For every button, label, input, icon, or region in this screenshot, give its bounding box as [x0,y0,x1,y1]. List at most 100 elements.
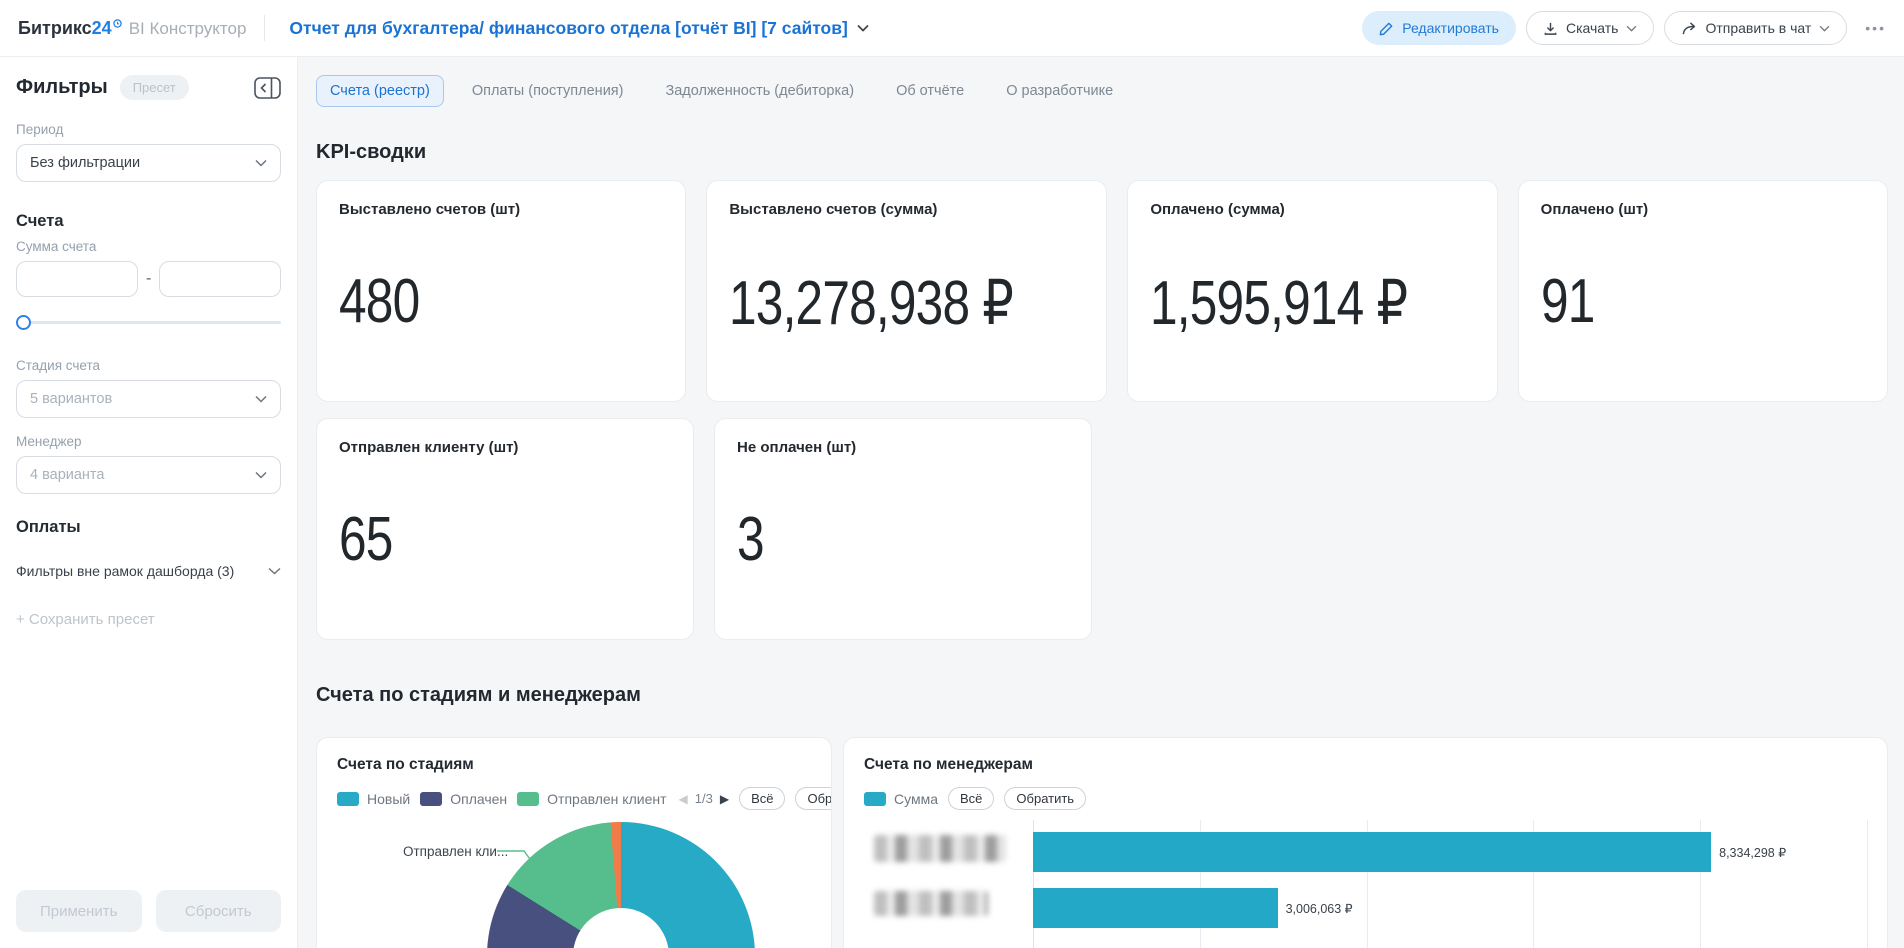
legend-label: Новый [367,790,411,807]
save-preset-button[interactable]: + Сохранить пресет [16,611,281,628]
tab-about-report[interactable]: Об отчёте [882,75,978,107]
kpi-card-value: 91 [1540,267,1595,336]
bar-row: 8,334,298 ₽ [1033,832,1867,872]
download-button-label: Скачать [1565,20,1619,36]
kpi-card-label: Выставлено счетов (шт) [339,201,521,218]
period-label: Период [16,122,64,137]
top-header: Битрикс 24 BI Конструктор Отчет для бухга… [0,0,1904,57]
clock-icon [112,18,122,28]
payments-section-title: Оплаты [16,518,81,536]
legend-swatch [517,791,540,806]
logo-text-24: 24 [91,17,112,38]
bar-manager-1[interactable] [1033,832,1712,872]
kpi-card-sent-count: Отправлен клиенту (шт) 65 [316,418,694,640]
kpi-card-invoices-count: Выставлено счетов (шт) 480 [316,180,687,402]
legend-pager: ◀ 1/3 ▶ [679,791,730,806]
pie-chart-title: Счета по стадиям [337,756,474,773]
legend-item-sent[interactable]: Отправлен клиент [517,790,667,807]
period-select-value: Без фильтрации [30,155,141,171]
share-arrow-icon [1681,21,1697,36]
bar-row: 3,006,063 ₽ [1033,888,1867,928]
pager-next-icon[interactable]: ▶ [720,792,729,806]
invoice-sum-label: Сумма счета [16,239,97,254]
bitrix24-logo: Битрикс 24 BI Конструктор [18,18,246,39]
chevron-down-icon [255,159,267,167]
dashboard-main: Счета (реестр) Оплаты (поступления) Задо… [298,57,1904,948]
gridline [1867,820,1868,948]
preset-badge: Пресет [119,75,189,100]
bar-value-label: 3,006,063 ₽ [1285,901,1353,916]
invoices-by-stage-chart-card: Счета по стадиям Новый Оплачен Отправлен… [316,737,832,948]
legend-swatch [864,791,886,806]
tab-invoices-register[interactable]: Счета (реестр) [316,75,444,107]
report-title: Отчет для бухгалтера/ финансового отдела… [289,17,848,38]
more-options-button[interactable]: ••• [1865,20,1886,36]
kpi-card-label: Не оплачен (шт) [737,439,857,456]
apply-button[interactable]: Применить [16,890,142,932]
slider-track [16,321,281,324]
download-button[interactable]: Скачать [1525,11,1655,45]
kpi-card-label: Оплачено (шт) [1540,201,1649,218]
kpi-card-value: 480 [339,267,420,336]
kpi-card-label: Выставлено счетов (сумма) [729,201,938,218]
kpi-card-value: 3 [737,505,765,574]
kpi-card-label: Отправлен клиенту (шт) [339,439,519,456]
reset-button[interactable]: Сбросить [155,890,281,932]
header-divider [264,15,266,41]
out-of-scope-filters-toggle[interactable]: Фильтры вне рамок дашборда (3) [16,563,281,579]
select-all-button[interactable]: Всё [739,787,786,810]
manager-select[interactable]: 4 варианта [16,456,281,494]
chevron-down-icon [857,24,869,32]
edit-button-label: Редактировать [1402,20,1499,36]
legend-item-sum[interactable]: Сумма [864,791,938,807]
slider-handle[interactable] [16,315,31,330]
out-of-scope-filters-label: Фильтры вне рамок дашборда (3) [16,563,235,579]
report-tabs: Счета (реестр) Оплаты (поступления) Задо… [316,75,1888,107]
legend-item-paid[interactable]: Оплачен [420,791,507,807]
kpi-card-value: 65 [339,505,393,574]
sum-range-slider[interactable] [16,315,281,330]
sum-from-input[interactable] [16,261,138,297]
stage-select-placeholder: 5 вариантов [30,391,113,407]
legend-item-new[interactable]: Новый [337,791,410,807]
select-all-button[interactable]: Всё [948,787,995,810]
filters-title: Фильтры [16,76,108,98]
chevron-down-icon [1626,25,1637,32]
chevron-down-icon [255,395,267,403]
invoices-section-title: Счета [16,212,64,230]
stages-managers-section-title: Счета по стадиям и менеджерам [316,684,641,706]
legend-label: Сумма [894,790,938,807]
logo-suffix: BI Конструктор [128,18,247,38]
filters-sidebar: Фильтры Пресет Период Без фильтрации Сче… [0,57,298,948]
kpi-card-paid-sum: Оплачено (сумма) 1,595,914 ₽ [1127,180,1498,402]
bar-chart-title: Счета по менеджерам [864,756,1033,773]
kpi-card-value: 1,595,914 ₽ [1150,269,1408,338]
legend-label: Оплачен [450,790,508,807]
invoices-by-manager-chart-card: Счета по менеджерам Сумма Всё Обратить 8… [843,737,1888,948]
period-select[interactable]: Без фильтрации [16,144,281,182]
download-icon [1543,21,1558,36]
tab-about-developer[interactable]: О разработчике [992,75,1127,107]
kpi-card-label: Оплачено (сумма) [1150,201,1285,218]
tab-payments[interactable]: Оплаты (поступления) [458,75,638,107]
send-to-chat-button[interactable]: Отправить в чат [1664,11,1848,45]
collapse-sidebar-button[interactable] [254,76,281,99]
invert-button[interactable]: Обратить [795,787,831,810]
pager-position: 1/3 [694,791,713,806]
stage-select[interactable]: 5 вариантов [16,380,281,418]
kpi-cards-row2: Отправлен клиенту (шт) 65 Не оплачен (шт… [316,418,1888,640]
slice-annotation: Отправлен кли... [403,844,509,859]
kpi-card-unpaid-count: Не оплачен (шт) 3 [714,418,1092,640]
bar-manager-2[interactable] [1033,888,1278,928]
report-title-dropdown[interactable]: Отчет для бухгалтера/ финансового отдела… [289,17,869,39]
legend-label: Отправлен клиент [547,790,667,807]
invert-button[interactable]: Обратить [1004,787,1087,810]
kpi-card-invoices-sum: Выставлено счетов (сумма) 13,278,938 ₽ [706,180,1108,402]
legend-swatch [337,791,359,806]
pager-prev-icon[interactable]: ◀ [679,792,688,806]
range-separator: - [146,270,152,287]
tab-receivables[interactable]: Задолженность (дебиторка) [651,75,868,107]
edit-button[interactable]: Редактировать [1362,11,1516,45]
manager-label: Менеджер [16,434,82,449]
sum-to-input[interactable] [159,261,282,297]
